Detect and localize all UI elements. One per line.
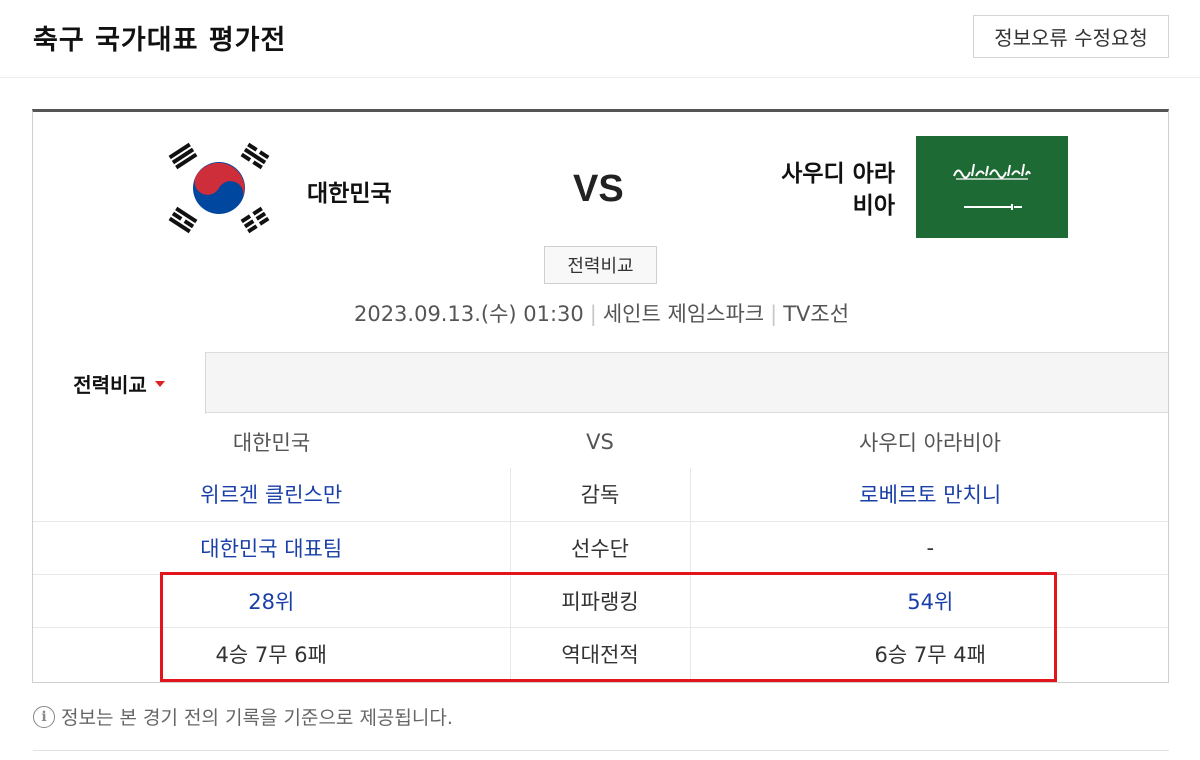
vs-label: VS	[573, 168, 624, 210]
report-error-button[interactable]: 정보오류 수정요청	[973, 15, 1169, 58]
shahada-script-icon	[953, 163, 1031, 180]
table-row: 28위 피파랭킹 54위	[33, 573, 1168, 627]
header-vs: VS	[586, 429, 614, 454]
home-record-value: 4승 7무 6패	[33, 626, 510, 680]
page-header: 축구 국가대표 평가전 정보오류 수정요청	[0, 0, 1200, 78]
table-row: 위르겐 클린스만 감독 로베르토 만치니	[33, 468, 1168, 521]
away-team-name[interactable]: 사우디 아라 비아	[733, 158, 895, 222]
comparison-table: 대한민국 VS 사우디 아라비아 위르겐 클린스만 감독 로베르토 만치니 대한…	[33, 415, 1168, 680]
home-team-name[interactable]: 대한민국	[307, 174, 392, 208]
info-note-text: 정보는 본 경기 전의 기록을 기준으로 제공됩니다.	[61, 707, 453, 729]
away-team-name-line2: 비아	[852, 193, 895, 219]
match-broadcaster: TV조선	[783, 302, 850, 326]
away-coach-link[interactable]: 로베르토 만치니	[859, 483, 1001, 507]
bottom-divider	[33, 750, 1169, 751]
match-date: 2023.09.13.(수) 01:30	[353, 302, 584, 326]
saudi-arabia-flag-icon	[916, 136, 1068, 238]
match-meta: 2023.09.13.(수) 01:30 | 세인트 제임스파크 | TV조선	[33, 298, 1168, 328]
row-label-record: 역대전적	[509, 626, 691, 680]
away-team-name-line1: 사우디 아라	[781, 161, 895, 187]
compare-button[interactable]: 전력비교	[544, 246, 657, 284]
tab-compare-label: 전력비교	[73, 372, 147, 397]
home-squad-cell: 대한민국 대표팀	[33, 520, 510, 574]
table-row: 4승 7무 6패 역대전적 6승 7무 4패	[33, 626, 1168, 680]
page-title: 축구 국가대표 평가전	[33, 25, 287, 56]
table-row: 대한민국 대표팀 선수단 -	[33, 520, 1168, 574]
info-icon: i	[33, 705, 55, 728]
tab-bar-fill	[206, 352, 1168, 413]
home-fifa-rank-cell: 28위	[33, 573, 510, 627]
away-coach-cell: 로베르토 만치니	[690, 468, 1168, 521]
match-card: 대한민국 VS 사우디 아라 비아 전력비교 2023.09.13.(수) 01…	[32, 109, 1169, 683]
tab-compare[interactable]: 전력비교	[33, 352, 206, 414]
row-label-squad: 선수단	[509, 520, 691, 574]
home-squad-link[interactable]: 대한민국 대표팀	[200, 537, 342, 561]
comparison-header-row: 대한민국 VS 사우디 아라비아	[33, 415, 1168, 468]
header-home: 대한민국	[232, 430, 311, 455]
match-venue: 세인트 제임스파크	[602, 302, 765, 326]
home-fifa-rank-link[interactable]: 28위	[248, 590, 294, 614]
away-record-value: 6승 7무 4패	[690, 626, 1168, 680]
sword-icon	[964, 204, 1022, 210]
info-note: i 정보는 본 경기 전의 기록을 기준으로 제공됩니다.	[33, 703, 453, 730]
header-away: 사우디 아라비아	[859, 430, 1001, 455]
meta-divider: |	[589, 302, 597, 326]
home-coach-link[interactable]: 위르겐 클린스만	[200, 483, 342, 507]
away-fifa-rank-cell: 54위	[690, 573, 1168, 627]
away-fifa-rank-link[interactable]: 54위	[907, 590, 953, 614]
row-label-fifa-rank: 피파랭킹	[509, 573, 691, 627]
caret-down-icon	[154, 381, 165, 387]
south-korea-flag-icon	[168, 142, 270, 234]
home-coach-cell: 위르겐 클린스만	[33, 468, 510, 521]
away-squad-value: -	[690, 520, 1168, 574]
meta-divider: |	[770, 302, 778, 326]
tab-bar: 전력비교	[33, 352, 1168, 414]
row-label-coach: 감독	[509, 468, 691, 521]
